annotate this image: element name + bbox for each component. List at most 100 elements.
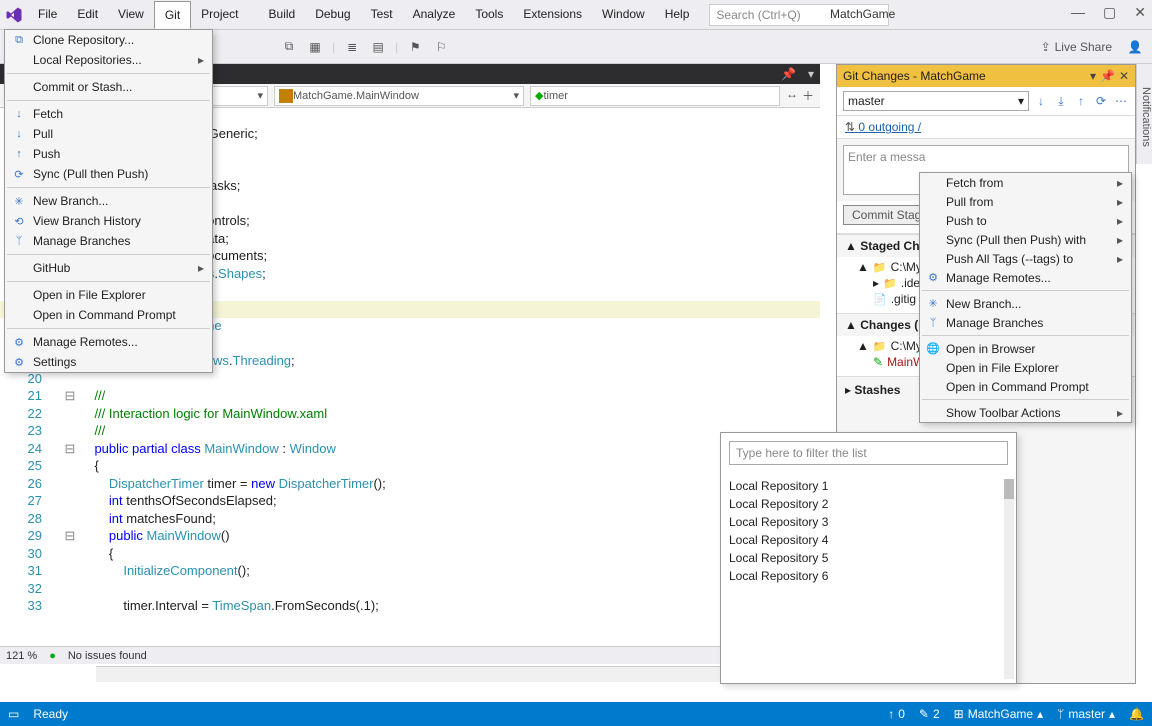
menu-extensions[interactable]: Extensions bbox=[513, 1, 592, 29]
menu-item-label: New Branch... bbox=[946, 297, 1021, 311]
toolbar-indent-icon[interactable]: ≣ bbox=[343, 38, 361, 56]
menu-item-label: Push bbox=[33, 147, 60, 161]
ctx-menu-item[interactable]: Open in File Explorer bbox=[920, 358, 1131, 377]
ctx-menu-item[interactable]: Open in Command Prompt bbox=[920, 377, 1131, 396]
menu-item-label: Open in Browser bbox=[946, 342, 1035, 356]
status-push-count[interactable]: ↑ 0 bbox=[888, 707, 905, 721]
ctx-menu-item[interactable]: Push All Tags (--tags) to▸ bbox=[920, 249, 1131, 268]
git-menu-item[interactable]: Commit or Stash... bbox=[5, 77, 212, 97]
git-menu-item[interactable]: GitHub▸ bbox=[5, 258, 212, 278]
ctx-menu-item[interactable]: Pull from▸ bbox=[920, 192, 1131, 211]
menu-window[interactable]: Window bbox=[592, 1, 655, 29]
ctx-menu-item[interactable]: ⚙Manage Remotes... bbox=[920, 268, 1131, 287]
add-tab-icon[interactable]: ＋ bbox=[802, 87, 814, 104]
repo-filter-input[interactable]: Type here to filter the list bbox=[729, 441, 1008, 465]
minimize-icon[interactable]: — bbox=[1071, 4, 1085, 21]
menu-item-label: Sync (Pull then Push) bbox=[33, 167, 148, 181]
git-menu-item[interactable]: Open in Command Prompt bbox=[5, 305, 212, 325]
ctx-menu-item[interactable]: 🌐Open in Browser bbox=[920, 339, 1131, 358]
menu-edit[interactable]: Edit bbox=[67, 1, 108, 29]
git-menu-item[interactable]: Open in File Explorer bbox=[5, 285, 212, 305]
toolbar-comment-icon[interactable]: ▤ bbox=[369, 38, 387, 56]
tab-pin-icon[interactable]: 📌 bbox=[775, 67, 802, 81]
repo-list-item[interactable]: Local Repository 5 bbox=[729, 549, 1008, 567]
push-icon[interactable]: ↑ bbox=[1073, 94, 1089, 108]
horizontal-scrollbar[interactable] bbox=[96, 666, 820, 682]
ctx-menu-item[interactable]: Fetch from▸ bbox=[920, 173, 1131, 192]
repo-list-item[interactable]: Local Repository 4 bbox=[729, 531, 1008, 549]
menu-help[interactable]: Help bbox=[655, 1, 700, 29]
menu-tools[interactable]: Tools bbox=[465, 1, 513, 29]
outgoing-link[interactable]: 0 outgoing / bbox=[837, 116, 1135, 139]
menu-item-label: Open in Command Prompt bbox=[33, 308, 176, 322]
toolbar-bookmark-icon[interactable]: ⚑ bbox=[406, 38, 424, 56]
local-repos-flyout: Type here to filter the list Local Repos… bbox=[720, 432, 1017, 684]
menu-git[interactable]: Git bbox=[154, 1, 191, 29]
git-menu-item[interactable]: ↓Fetch bbox=[5, 104, 212, 124]
account-icon[interactable]: 👤 bbox=[1126, 38, 1144, 56]
tab-dropdown-icon[interactable]: ▾ bbox=[802, 67, 820, 81]
git-menu-item[interactable]: ⟲View Branch History bbox=[5, 211, 212, 231]
git-menu-item[interactable]: ↑Push bbox=[5, 144, 212, 164]
git-menu-item[interactable]: ⧉Clone Repository... bbox=[5, 30, 212, 50]
sync-icon[interactable]: ⟳ bbox=[1093, 94, 1109, 108]
menu-build[interactable]: Build bbox=[259, 1, 306, 29]
menu-analyze[interactable]: Analyze bbox=[403, 1, 466, 29]
menu-item-label: Manage Remotes... bbox=[946, 271, 1051, 285]
zoom-level[interactable]: 121 % bbox=[6, 650, 37, 662]
panel-dropdown-icon[interactable]: ▾ bbox=[1090, 69, 1096, 83]
panel-pin-icon[interactable]: 📌 bbox=[1100, 69, 1115, 83]
more-icon[interactable]: ⋯ bbox=[1113, 94, 1129, 108]
git-menu-item[interactable]: ᛘManage Branches bbox=[5, 231, 212, 251]
ctx-menu-item[interactable]: ᛘManage Branches bbox=[920, 313, 1131, 332]
menu-item-label: Open in Command Prompt bbox=[946, 380, 1089, 394]
menu-view[interactable]: View bbox=[108, 1, 154, 29]
status-settings-icon[interactable]: ▭ bbox=[8, 707, 19, 721]
menu-item-label: Show Toolbar Actions bbox=[946, 406, 1061, 420]
ctx-menu-item[interactable]: Sync (Pull then Push) with▸ bbox=[920, 230, 1131, 249]
status-changes-count[interactable]: ✎ 2 bbox=[919, 707, 940, 721]
menu-file[interactable]: File bbox=[28, 1, 67, 29]
toolbar-layout-icon[interactable]: ▦ bbox=[306, 38, 324, 56]
branch-selector[interactable]: master ▾ bbox=[843, 91, 1029, 111]
menu-test[interactable]: Test bbox=[361, 1, 403, 29]
status-branch[interactable]: ᛘ master ▴ bbox=[1057, 707, 1115, 721]
git-menu-item[interactable]: ⚙Manage Remotes... bbox=[5, 332, 212, 352]
live-share-button[interactable]: ⇪ Live Share bbox=[1035, 36, 1118, 58]
menu-debug[interactable]: Debug bbox=[305, 1, 360, 29]
git-menu-item[interactable]: ⟳Sync (Pull then Push) bbox=[5, 164, 212, 184]
repo-list: Local Repository 1Local Repository 2Loca… bbox=[721, 473, 1016, 663]
toolbar-flag-icon[interactable]: ⚐ bbox=[432, 38, 450, 56]
repo-list-item[interactable]: Local Repository 2 bbox=[729, 495, 1008, 513]
git-menu-item[interactable]: Local Repositories...▸ bbox=[5, 50, 212, 70]
close-icon[interactable]: ✕ bbox=[1134, 4, 1146, 21]
repo-list-item[interactable]: Local Repository 1 bbox=[729, 477, 1008, 495]
status-bell-icon[interactable]: 🔔 bbox=[1129, 707, 1144, 721]
toolbar-window-icon[interactable]: ⧉ bbox=[280, 38, 298, 56]
status-project[interactable]: ⊞ MatchGame ▴ bbox=[954, 707, 1043, 721]
menu-item-label: View Branch History bbox=[33, 214, 141, 228]
menu-project[interactable]: Project bbox=[191, 1, 248, 29]
repo-list-item[interactable]: Local Repository 6 bbox=[729, 567, 1008, 585]
git-menu-item[interactable]: ⚙Settings bbox=[5, 352, 212, 372]
repo-list-item[interactable]: Local Repository 3 bbox=[729, 513, 1008, 531]
repo-scrollbar[interactable] bbox=[1004, 479, 1014, 679]
maximize-icon[interactable]: ▢ bbox=[1103, 4, 1116, 21]
git-menu-item[interactable]: ✳New Branch... bbox=[5, 191, 212, 211]
nav-class-dropdown[interactable]: MatchGame.MainWindow ▾ bbox=[274, 86, 524, 106]
menu-item-label: Manage Branches bbox=[33, 234, 130, 248]
vs-logo-icon bbox=[0, 1, 28, 29]
branch-row: master ▾ ↓ ⤓ ↑ ⟳ ⋯ bbox=[837, 87, 1135, 116]
panel-close-icon[interactable]: ✕ bbox=[1119, 69, 1129, 83]
nav-member-dropdown[interactable]: ◆ timer bbox=[530, 86, 780, 106]
ctx-menu-item[interactable]: Push to▸ bbox=[920, 211, 1131, 230]
chevron-right-icon: ▸ bbox=[198, 53, 204, 67]
fetch-icon[interactable]: ↓ bbox=[1033, 94, 1049, 108]
ctx-menu-item[interactable]: Show Toolbar Actions▸ bbox=[920, 403, 1131, 422]
git-menu-item[interactable]: ↓Pull bbox=[5, 124, 212, 144]
notifications-tab[interactable]: Notifications bbox=[1136, 64, 1152, 164]
split-icon[interactable]: ↔ bbox=[786, 87, 798, 104]
ctx-menu-item[interactable]: ✳New Branch... bbox=[920, 294, 1131, 313]
menu-item-label: Settings bbox=[33, 355, 76, 369]
pull-icon[interactable]: ⤓ bbox=[1053, 94, 1069, 109]
